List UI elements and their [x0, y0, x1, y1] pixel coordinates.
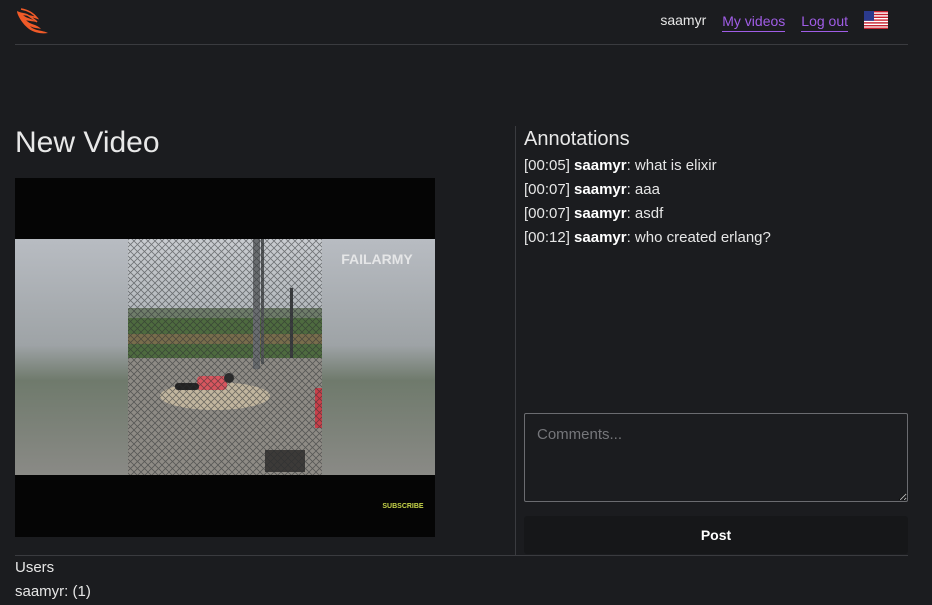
post-button[interactable]: Post [524, 516, 908, 554]
annotation-item[interactable]: [00:12] saamyr: who created erlang? [524, 226, 771, 250]
annotation-time[interactable]: [00:07] [524, 181, 570, 198]
annotation-item[interactable]: [00:05] saamyr: what is elixir [524, 154, 771, 178]
failarmy-watermark: FAILARMY [341, 251, 413, 267]
annotation-list: [00:05] saamyr: what is elixir [00:07] s… [524, 154, 771, 250]
us-flag-icon[interactable] [864, 11, 888, 29]
phoenix-logo-icon[interactable] [15, 8, 51, 34]
log-out-link[interactable]: Log out [801, 9, 848, 32]
users-heading: Users [15, 559, 55, 576]
column-divider [515, 126, 516, 555]
video-player[interactable]: FAILARMY SUBSCRIBE [15, 178, 435, 537]
annotations-title: Annotations [524, 128, 630, 150]
user-list-item: saamyr: (1) [15, 583, 91, 600]
current-username: saamyr [660, 12, 707, 28]
my-videos-link[interactable]: My videos [722, 9, 786, 32]
annotation-time[interactable]: [00:05] [524, 157, 570, 174]
annotation-item[interactable]: [00:07] saamyr: asdf [524, 202, 771, 226]
annotation-text: : what is elixir [626, 157, 717, 174]
annotation-user: saamyr [574, 181, 627, 198]
annotation-user: saamyr [574, 205, 627, 222]
comment-input[interactable] [524, 413, 908, 502]
annotation-user: saamyr [574, 157, 627, 174]
user-nav: saamyr My videos Log out [660, 8, 888, 32]
annotation-user: saamyr [574, 229, 627, 246]
top-header: saamyr My videos Log out [15, 0, 908, 45]
annotation-time[interactable]: [00:12] [524, 229, 570, 246]
video-frame-image: FAILARMY SUBSCRIBE [15, 178, 435, 537]
video-title: New Video [15, 126, 160, 159]
bottom-divider [15, 555, 908, 556]
annotation-text: : aaa [626, 181, 660, 198]
annotation-text: : asdf [626, 205, 664, 222]
subscribe-label: SUBSCRIBE [382, 503, 424, 510]
annotation-item[interactable]: [00:07] saamyr: aaa [524, 178, 771, 202]
annotation-text: : who created erlang? [626, 229, 771, 246]
annotation-time[interactable]: [00:07] [524, 205, 570, 222]
